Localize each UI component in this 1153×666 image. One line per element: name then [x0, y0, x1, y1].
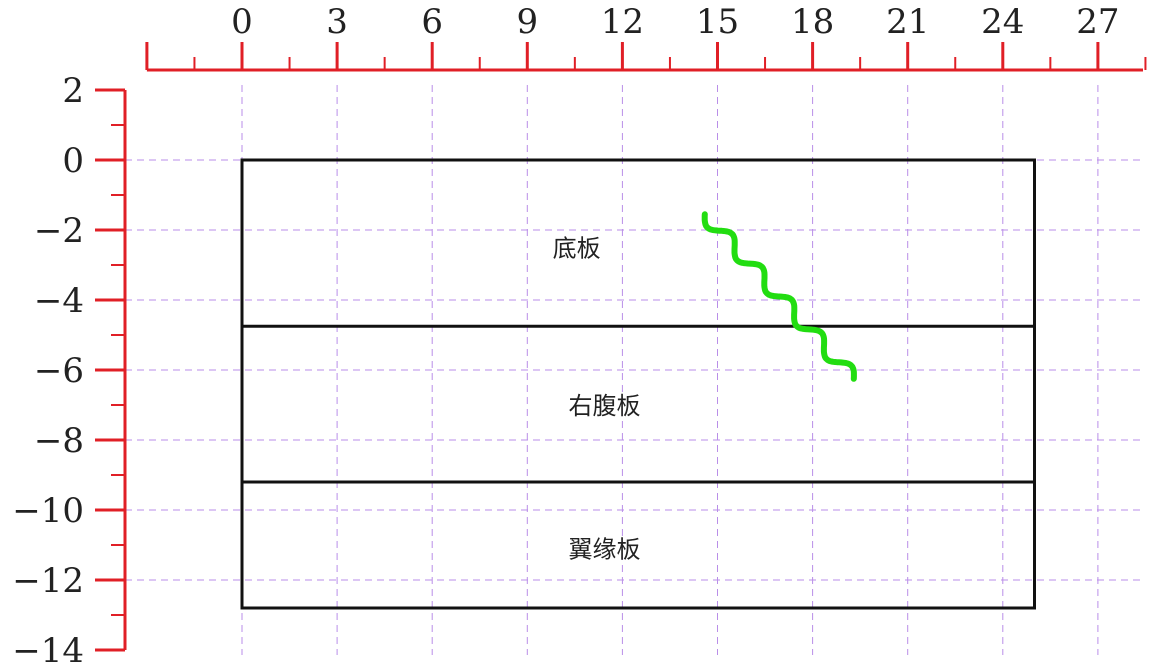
x-tick-label: 27: [1076, 2, 1119, 42]
drawing-canvas: 0 3 6 9 12 15 18 21 24 27 2 0 −2 −4 −6 −8 −10 −12 −14 底板右腹…: [12, 2, 1147, 666]
x-tick-label: 21: [886, 2, 929, 42]
y-tick-label: −10: [12, 491, 84, 531]
y-tick-label: −4: [34, 281, 84, 321]
y-tick-label: 0: [62, 141, 84, 181]
y-tick-label: −14: [12, 631, 84, 666]
panel-label: 右腹板: [569, 392, 641, 420]
panel-label: 翼缘板: [569, 536, 641, 564]
axes-layer: 0 3 6 9 12 15 18 21 24 27 2 0 −2 −4 −6 −8 −10 −12 −14: [12, 2, 1147, 666]
x-tick-label: 0: [231, 2, 253, 42]
y-tick-label: −2: [34, 211, 84, 251]
panel-labels: 底板右腹板翼缘板: [553, 235, 641, 564]
y-tick-label: 2: [62, 71, 84, 111]
x-tick-label: 12: [601, 2, 644, 42]
x-tick-label: 18: [791, 2, 834, 42]
grid-layer: [125, 85, 1143, 655]
y-tick-label: −12: [12, 561, 84, 601]
crack-layer: [701, 211, 857, 382]
x-tick-label: 6: [421, 2, 443, 42]
x-tick-label: 24: [981, 2, 1024, 42]
x-tick-label: 9: [516, 2, 538, 42]
y-tick-label: −8: [34, 421, 84, 461]
crack-line: [701, 211, 857, 382]
panel-label: 底板: [553, 235, 601, 263]
y-tick-label: −6: [34, 351, 84, 391]
x-tick-label: 15: [696, 2, 739, 42]
x-tick-label: 3: [326, 2, 348, 42]
